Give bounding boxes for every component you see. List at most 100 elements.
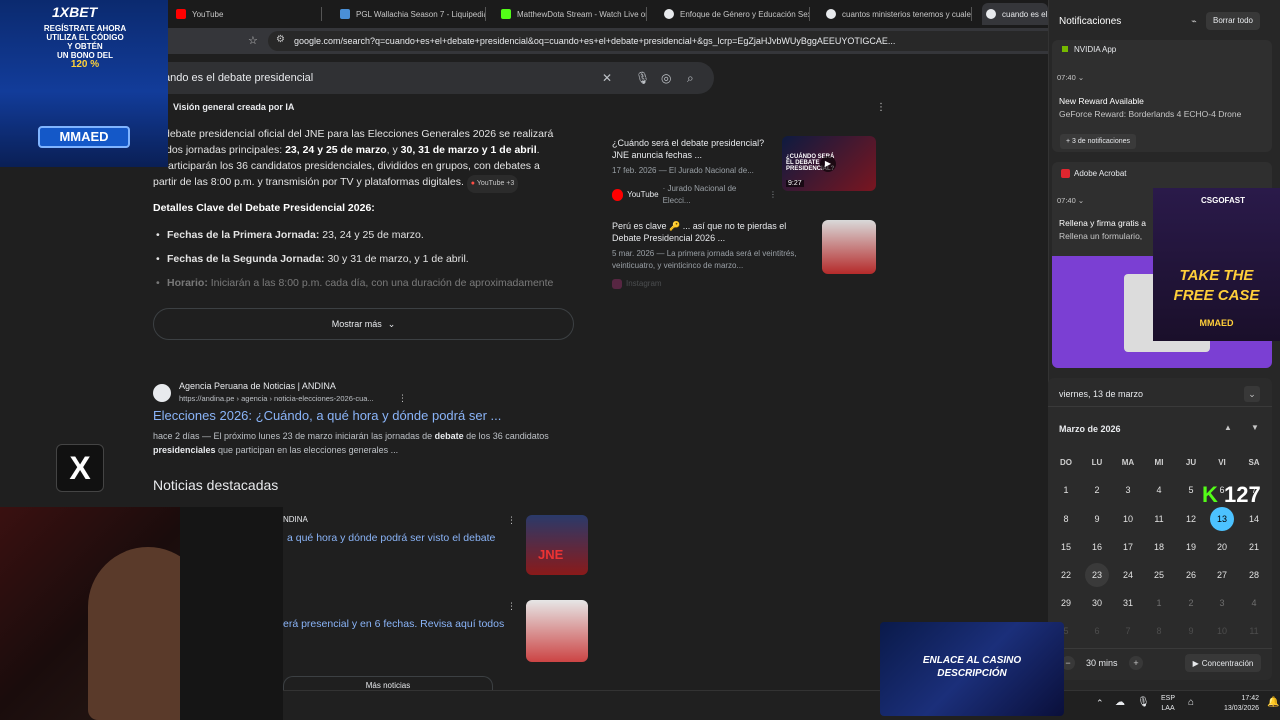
calendar-day[interactable]: 29 <box>1054 591 1078 615</box>
clear-all-button[interactable]: Borrar todo <box>1206 12 1260 30</box>
calendar-day[interactable]: 12 <box>1179 507 1203 531</box>
bell-icon[interactable]: 🔔 <box>1267 697 1279 708</box>
calendar-day[interactable]: 8 <box>1054 507 1078 531</box>
calendar-day[interactable]: 9 <box>1085 507 1109 531</box>
tab-liquipedia[interactable]: PGL Wallachia Season 7 - Liquipedia <box>336 3 486 25</box>
calendar-day[interactable]: 31 <box>1116 591 1140 615</box>
tab-youtube[interactable]: YouTube <box>172 3 322 25</box>
microphone-icon[interactable]: 🎙 <box>635 62 650 94</box>
tab-google-ministerios[interactable]: cuantos ministerios tenemos y cuale <box>822 3 972 25</box>
cloud-icon[interactable]: ☁ <box>1115 697 1125 708</box>
post-thumbnail[interactable] <box>822 220 876 274</box>
kick-viewer-count: K 127 <box>1202 482 1261 507</box>
source-card[interactable]: ¿Cuándo será el debate presidencial? JNE… <box>612 137 777 207</box>
calendar-day[interactable]: 16 <box>1085 535 1109 559</box>
more-options-icon[interactable]: ⋮ <box>769 189 777 201</box>
google-icon <box>826 9 836 19</box>
news-thumbnail[interactable] <box>526 600 588 662</box>
calendar-day[interactable]: 4 <box>1242 591 1266 615</box>
calendar-day[interactable]: 23 <box>1085 563 1109 587</box>
bookmark-icon[interactable]: ☆ <box>248 34 258 47</box>
calendar-day[interactable]: 8 <box>1147 619 1171 643</box>
calendar-day[interactable]: 20 <box>1210 535 1234 559</box>
microphone-icon[interactable]: 🎙 <box>1137 697 1150 708</box>
chevron-down-icon[interactable]: ⌄ <box>1078 196 1084 205</box>
clear-icon[interactable]: ✕ <box>602 62 612 94</box>
calendar-day[interactable]: 11 <box>1147 507 1171 531</box>
collapse-calendar-button[interactable]: ⌄ <box>1244 386 1260 402</box>
tab-google-enfoque[interactable]: Enfoque de Género y Educación Sex <box>660 3 810 25</box>
calendar-day[interactable]: 7 <box>1116 619 1140 643</box>
calendar-day[interactable]: 13 <box>1210 507 1234 531</box>
do-not-disturb-icon[interactable]: ⌁ <box>1186 13 1202 29</box>
liquipedia-icon <box>340 9 350 19</box>
calendar-day[interactable]: 19 <box>1179 535 1203 559</box>
calendar-day[interactable]: 22 <box>1054 563 1078 587</box>
calendar-day[interactable]: 14 <box>1242 507 1266 531</box>
tab-google-active[interactable]: cuando es el <box>982 3 1048 25</box>
result-title-link[interactable]: Elecciones 2026: ¿Cuándo, a qué hora y d… <box>153 408 501 423</box>
focus-session-button[interactable]: ▶ Concentración <box>1185 654 1261 672</box>
video-thumbnail[interactable]: ¿CUÁNDO SERÁ EL DEBATE PRESIDENCIAL? ▶ 9… <box>782 136 876 191</box>
calendar-day[interactable]: 21 <box>1242 535 1266 559</box>
calendar-day[interactable]: 30 <box>1085 591 1109 615</box>
clock[interactable]: 17:42 13/03/2026 <box>1224 694 1259 714</box>
calendar-day[interactable]: 3 <box>1116 478 1140 502</box>
tab-kick-stream[interactable]: MatthewDota Stream - Watch Live on <box>497 3 647 25</box>
result-url: https://andina.pe › agencia › noticia-el… <box>179 394 374 403</box>
calendar-day[interactable]: 18 <box>1147 535 1171 559</box>
more-news-button[interactable]: Más noticias <box>283 676 493 690</box>
more-notifications-button[interactable]: + 3 de notificaciones <box>1060 134 1137 149</box>
ai-overview-text: debate presidencial oficial del JNE para… <box>164 128 554 140</box>
source-card[interactable]: Perú es clave 🔑 ... así que no te pierda… <box>612 220 817 290</box>
chevron-up-icon[interactable]: ⌃ <box>1096 698 1104 709</box>
calendar-day[interactable]: 26 <box>1179 563 1203 587</box>
calendar-day[interactable]: 2 <box>1085 478 1109 502</box>
weekday-label: SA <box>1248 458 1260 467</box>
csgofast-ad-overlay: CSGOFAST TAKE THE FREE CASE MMAED <box>1153 188 1280 341</box>
calendar-day[interactable]: 17 <box>1116 535 1140 559</box>
weekday-label: JU <box>1185 458 1197 467</box>
search-icon[interactable]: ⌕ <box>687 62 694 94</box>
source-chip[interactable]: ● YouTube +3 <box>466 175 519 193</box>
news-thumbnail[interactable]: JNE <box>526 515 588 575</box>
site-info-icon[interactable]: ⚙ <box>276 34 285 45</box>
previous-month-icon[interactable]: ▲ <box>1224 423 1232 432</box>
more-options-icon[interactable]: ⋮ <box>398 393 407 404</box>
calendar-day[interactable]: 5 <box>1179 478 1203 502</box>
calendar-day[interactable]: 4 <box>1147 478 1171 502</box>
calendar-day[interactable]: 15 <box>1054 535 1078 559</box>
calendar-month: Marzo de 2026 <box>1059 424 1121 434</box>
next-month-icon[interactable]: ▼ <box>1251 423 1259 432</box>
increase-focus-button[interactable]: + <box>1129 656 1143 670</box>
address-bar[interactable]: ⚙ google.com/search?q=cuando+es+el+debat… <box>268 31 1058 51</box>
calendar-day[interactable]: 10 <box>1210 619 1234 643</box>
news-title-link[interactable]: erá presencial y en 6 fechas. Revisa aqu… <box>283 618 504 630</box>
show-more-button[interactable]: Mostrar más ⌄ <box>153 308 574 340</box>
calendar-day[interactable]: 10 <box>1116 507 1140 531</box>
chevron-down-icon[interactable]: ⌄ <box>1078 73 1084 82</box>
calendar-day[interactable]: 25 <box>1147 563 1171 587</box>
calendar-day[interactable]: 24 <box>1116 563 1140 587</box>
calendar-day[interactable]: 2 <box>1179 591 1203 615</box>
notification-group-nvidia: NVIDIA App 07:40 ⌄ New Reward Available … <box>1052 40 1272 152</box>
network-icon[interactable]: ⌂ <box>1188 697 1194 708</box>
more-options-icon[interactable]: ⋮ <box>876 102 886 113</box>
details-heading: Detalles Clave del Debate Presidencial 2… <box>153 202 375 214</box>
calendar-day[interactable]: 1 <box>1054 478 1078 502</box>
lens-icon[interactable]: ◎ <box>661 62 671 94</box>
calendar-day[interactable]: 9 <box>1179 619 1203 643</box>
calendar-day[interactable]: 11 <box>1242 619 1266 643</box>
kick-icon <box>501 9 511 19</box>
list-item: Horario: Iniciarán a las 8:00 p.m. cada … <box>156 277 553 289</box>
more-options-icon[interactable]: ⋮ <box>507 515 516 526</box>
calendar-day[interactable]: 28 <box>1242 563 1266 587</box>
calendar-day[interactable]: 3 <box>1210 591 1234 615</box>
calendar-day[interactable]: 1 <box>1147 591 1171 615</box>
search-input[interactable]: ando es el debate presidencial ✕ 🎙 ◎ ⌕ <box>150 62 714 94</box>
more-options-icon[interactable]: ⋮ <box>507 601 516 612</box>
calendar-day[interactable]: 6 <box>1085 619 1109 643</box>
news-title-link[interactable]: a qué hora y dónde podrá ser visto el de… <box>287 532 495 544</box>
calendar-day[interactable]: 27 <box>1210 563 1234 587</box>
language-indicator[interactable]: ESP LAA <box>1161 694 1175 714</box>
